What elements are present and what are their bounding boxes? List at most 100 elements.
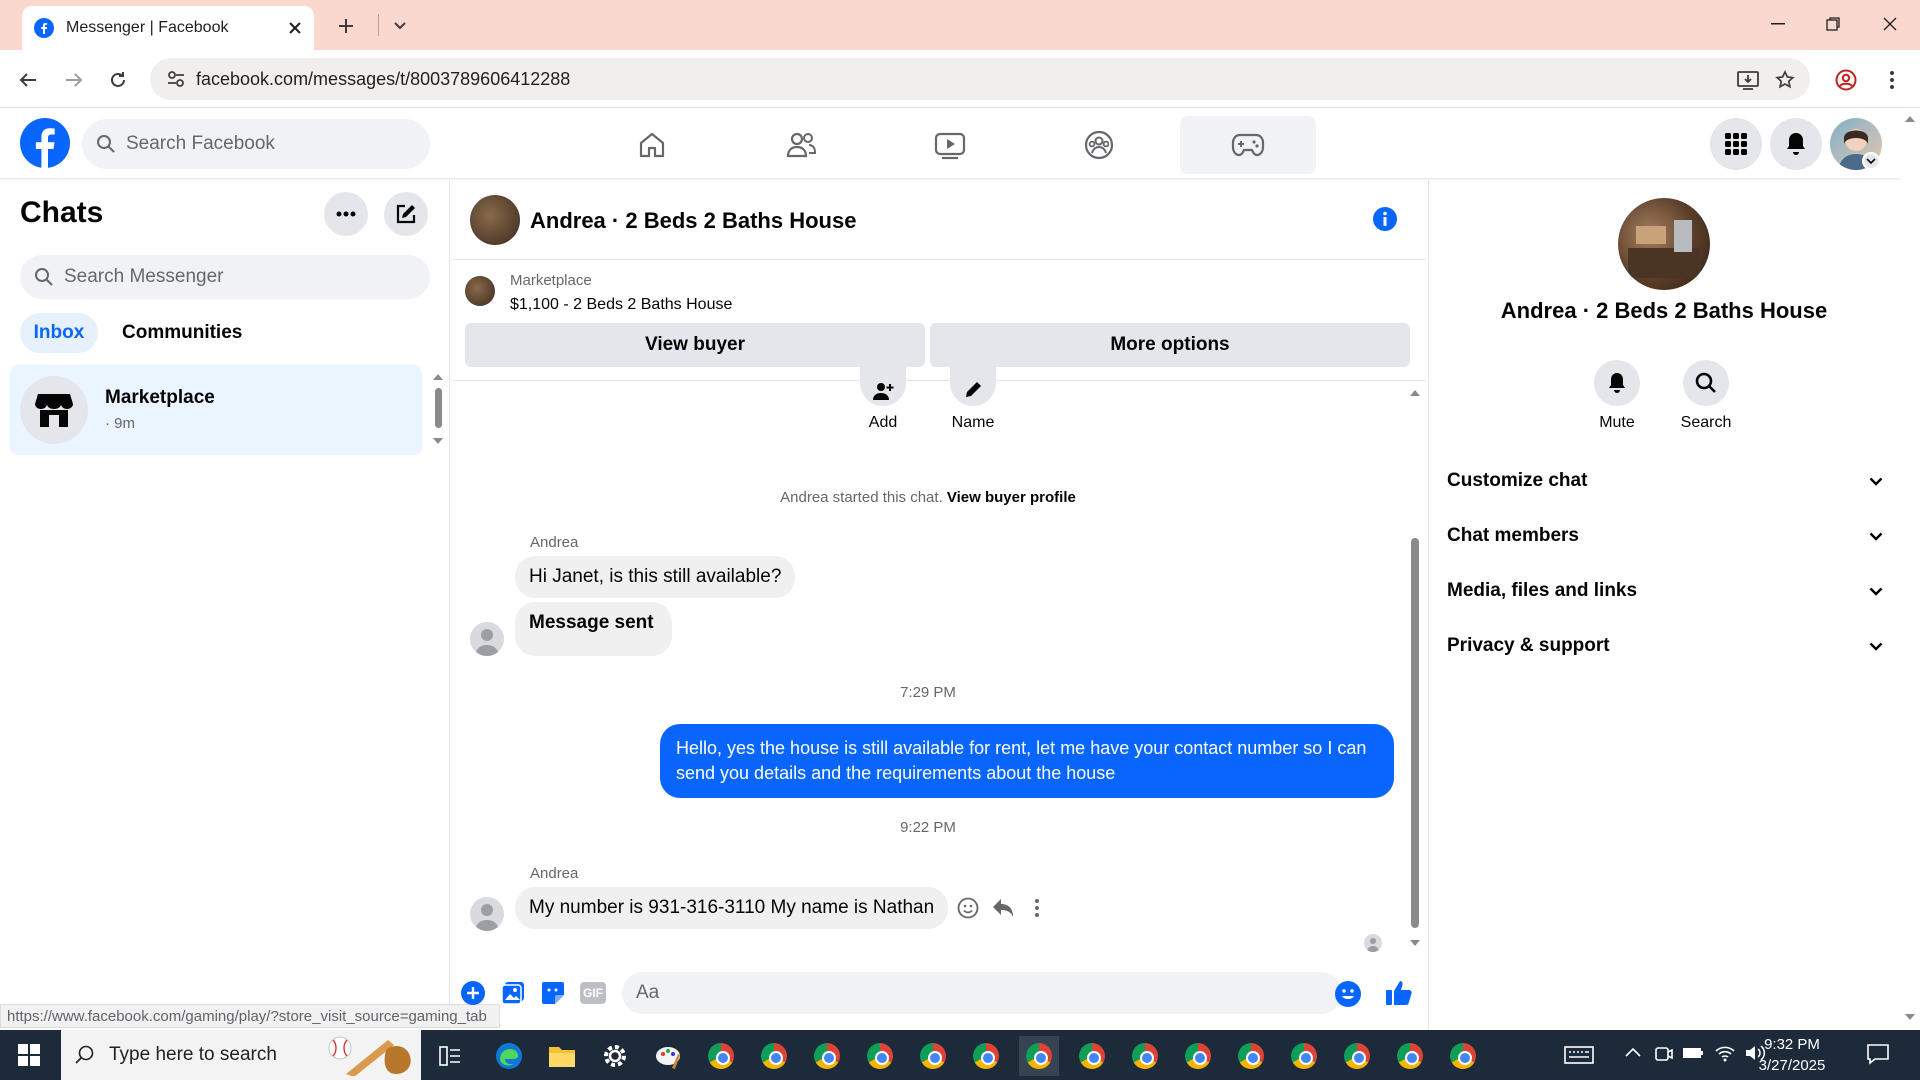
taskbar-search-input[interactable]: Type here to search: [61, 1030, 421, 1080]
reload-icon[interactable]: [104, 66, 132, 94]
message-composer-input[interactable]: Aa: [622, 972, 1342, 1014]
message-more-icon[interactable]: [1034, 898, 1040, 918]
conversation-title[interactable]: Andrea · 2 Beds 2 Baths House: [530, 208, 856, 234]
tab-search-chevron-icon[interactable]: [388, 14, 412, 38]
react-smiley-icon[interactable]: [956, 896, 980, 920]
chat-members-section[interactable]: Chat members: [1447, 516, 1883, 556]
chat-list-scrollbar[interactable]: [432, 372, 444, 448]
chrome-profile-icon[interactable]: [1443, 1036, 1483, 1076]
chrome-icon[interactable]: [701, 1036, 741, 1076]
view-buyer-button[interactable]: View buyer: [465, 323, 925, 367]
incoming-message[interactable]: Hi Janet, is this still available?: [515, 556, 796, 598]
message-timestamp: 7:29 PM: [900, 684, 956, 701]
taskbar-clock[interactable]: 9:32 PM 3/27/2025: [1742, 1034, 1842, 1076]
chrome-profile-icon[interactable]: [1125, 1036, 1165, 1076]
chrome-profile-icon[interactable]: [1284, 1036, 1324, 1076]
restore-window-icon[interactable]: [1821, 12, 1845, 36]
chrome-profile-icon-active[interactable]: [1019, 1036, 1059, 1076]
incoming-message[interactable]: Message sent: [515, 602, 672, 656]
paint-app-icon[interactable]: [648, 1036, 688, 1076]
notification-center-icon[interactable]: [1866, 1043, 1890, 1065]
wifi-icon[interactable]: [1714, 1043, 1736, 1063]
customize-chat-section[interactable]: Customize chat: [1447, 461, 1883, 501]
close-tab-icon[interactable]: [288, 21, 302, 35]
chrome-profile-icon[interactable]: [913, 1036, 953, 1076]
media-files-links-section[interactable]: Media, files and links: [1447, 571, 1883, 611]
battery-icon[interactable]: [1682, 1045, 1704, 1061]
search-action[interactable]: Search: [1666, 360, 1746, 432]
thumbs-up-like-icon[interactable]: [1384, 978, 1414, 1008]
mute-action[interactable]: Mute: [1577, 360, 1657, 432]
reply-arrow-icon[interactable]: [991, 897, 1015, 919]
chrome-profile-icon[interactable]: [860, 1036, 900, 1076]
info-icon[interactable]: [1372, 206, 1398, 232]
more-actions-plus-icon[interactable]: [460, 980, 486, 1006]
chrome-profile-icon[interactable]: [754, 1036, 794, 1076]
conversation-avatar[interactable]: [470, 195, 520, 245]
filter-communities[interactable]: Communities: [110, 313, 254, 353]
file-explorer-icon[interactable]: [542, 1036, 582, 1076]
chrome-profile-icon[interactable]: [1178, 1036, 1218, 1076]
tab-divider: [378, 14, 379, 36]
filter-inbox[interactable]: Inbox: [20, 313, 98, 353]
new-tab-icon[interactable]: [334, 14, 358, 38]
install-app-icon[interactable]: [1734, 66, 1762, 94]
nav-video-icon[interactable]: [882, 116, 1018, 174]
menu-grid-icon[interactable]: [1710, 118, 1762, 170]
profile-icon[interactable]: [1832, 66, 1860, 94]
more-options-button[interactable]: More options: [930, 323, 1410, 367]
add-person-icon[interactable]: [860, 366, 906, 406]
notifications-bell-icon[interactable]: [1770, 118, 1822, 170]
sender-avatar-icon[interactable]: [470, 622, 504, 656]
meet-now-icon[interactable]: [1654, 1044, 1674, 1064]
nav-home-icon[interactable]: [584, 116, 720, 174]
nav-friends-icon[interactable]: [733, 116, 869, 174]
forward-arrow-icon[interactable]: [60, 66, 88, 94]
chrome-profile-icon[interactable]: [966, 1036, 1006, 1076]
facebook-logo-icon[interactable]: [20, 118, 70, 168]
address-bar[interactable]: facebook.com/messages/t/8003789606412288: [150, 58, 1810, 100]
settings-gear-icon[interactable]: [595, 1036, 635, 1076]
privacy-support-section[interactable]: Privacy & support: [1447, 626, 1883, 666]
outgoing-message[interactable]: Hello, yes the house is still available …: [660, 724, 1394, 798]
task-view-icon[interactable]: [430, 1036, 470, 1076]
section-label: Privacy & support: [1447, 635, 1610, 656]
close-window-icon[interactable]: [1878, 12, 1902, 36]
browser-tab[interactable]: Messenger | Facebook: [22, 6, 314, 50]
chrome-profile-icon[interactable]: [1231, 1036, 1271, 1076]
nav-gaming-icon[interactable]: [1180, 116, 1316, 174]
account-chevron-down-icon[interactable]: [1862, 152, 1880, 170]
chat-list-item[interactable]: Marketplace · 9m: [10, 365, 422, 455]
browser-menu-icon[interactable]: [1880, 66, 1904, 94]
facebook-search-input[interactable]: Search Facebook: [82, 119, 430, 169]
windows-start-icon[interactable]: [18, 1044, 40, 1066]
site-settings-icon[interactable]: [166, 69, 186, 89]
chat-options-icon[interactable]: [324, 192, 368, 236]
keyboard-layout-icon[interactable]: [1564, 1044, 1594, 1066]
back-arrow-icon[interactable]: [14, 66, 42, 94]
conversation-scrollbar[interactable]: [1408, 384, 1422, 954]
page-scrollbar[interactable]: [1900, 108, 1920, 1030]
edit-name-pencil-icon[interactable]: [950, 366, 996, 406]
message-timestamp: 9:22 PM: [900, 819, 956, 836]
sender-avatar-icon[interactable]: [470, 897, 504, 931]
sticker-icon[interactable]: [540, 980, 566, 1006]
incoming-message[interactable]: My number is 931-316-3110 My name is Nat…: [515, 887, 949, 929]
emoji-icon[interactable]: [1334, 980, 1362, 1008]
minimize-window-icon[interactable]: [1766, 12, 1790, 36]
chrome-profile-icon[interactable]: [1390, 1036, 1430, 1076]
nav-groups-icon[interactable]: [1031, 116, 1167, 174]
chrome-profile-icon[interactable]: [1337, 1036, 1377, 1076]
chrome-profile-icon[interactable]: [807, 1036, 847, 1076]
chat-info-avatar[interactable]: [1618, 198, 1710, 290]
show-hidden-icons-chevron-icon[interactable]: [1624, 1046, 1642, 1058]
new-message-icon[interactable]: [384, 192, 428, 236]
bookmark-star-icon[interactable]: [1771, 66, 1799, 94]
chrome-profile-icon[interactable]: [1072, 1036, 1112, 1076]
chat-item-name: Marketplace: [105, 387, 215, 408]
edge-browser-icon[interactable]: [489, 1036, 529, 1076]
view-buyer-profile-link[interactable]: View buyer profile: [947, 489, 1076, 506]
messenger-search-input[interactable]: Search Messenger: [20, 255, 430, 299]
attach-photo-icon[interactable]: [500, 980, 526, 1006]
gif-icon[interactable]: GIF: [580, 982, 606, 1004]
